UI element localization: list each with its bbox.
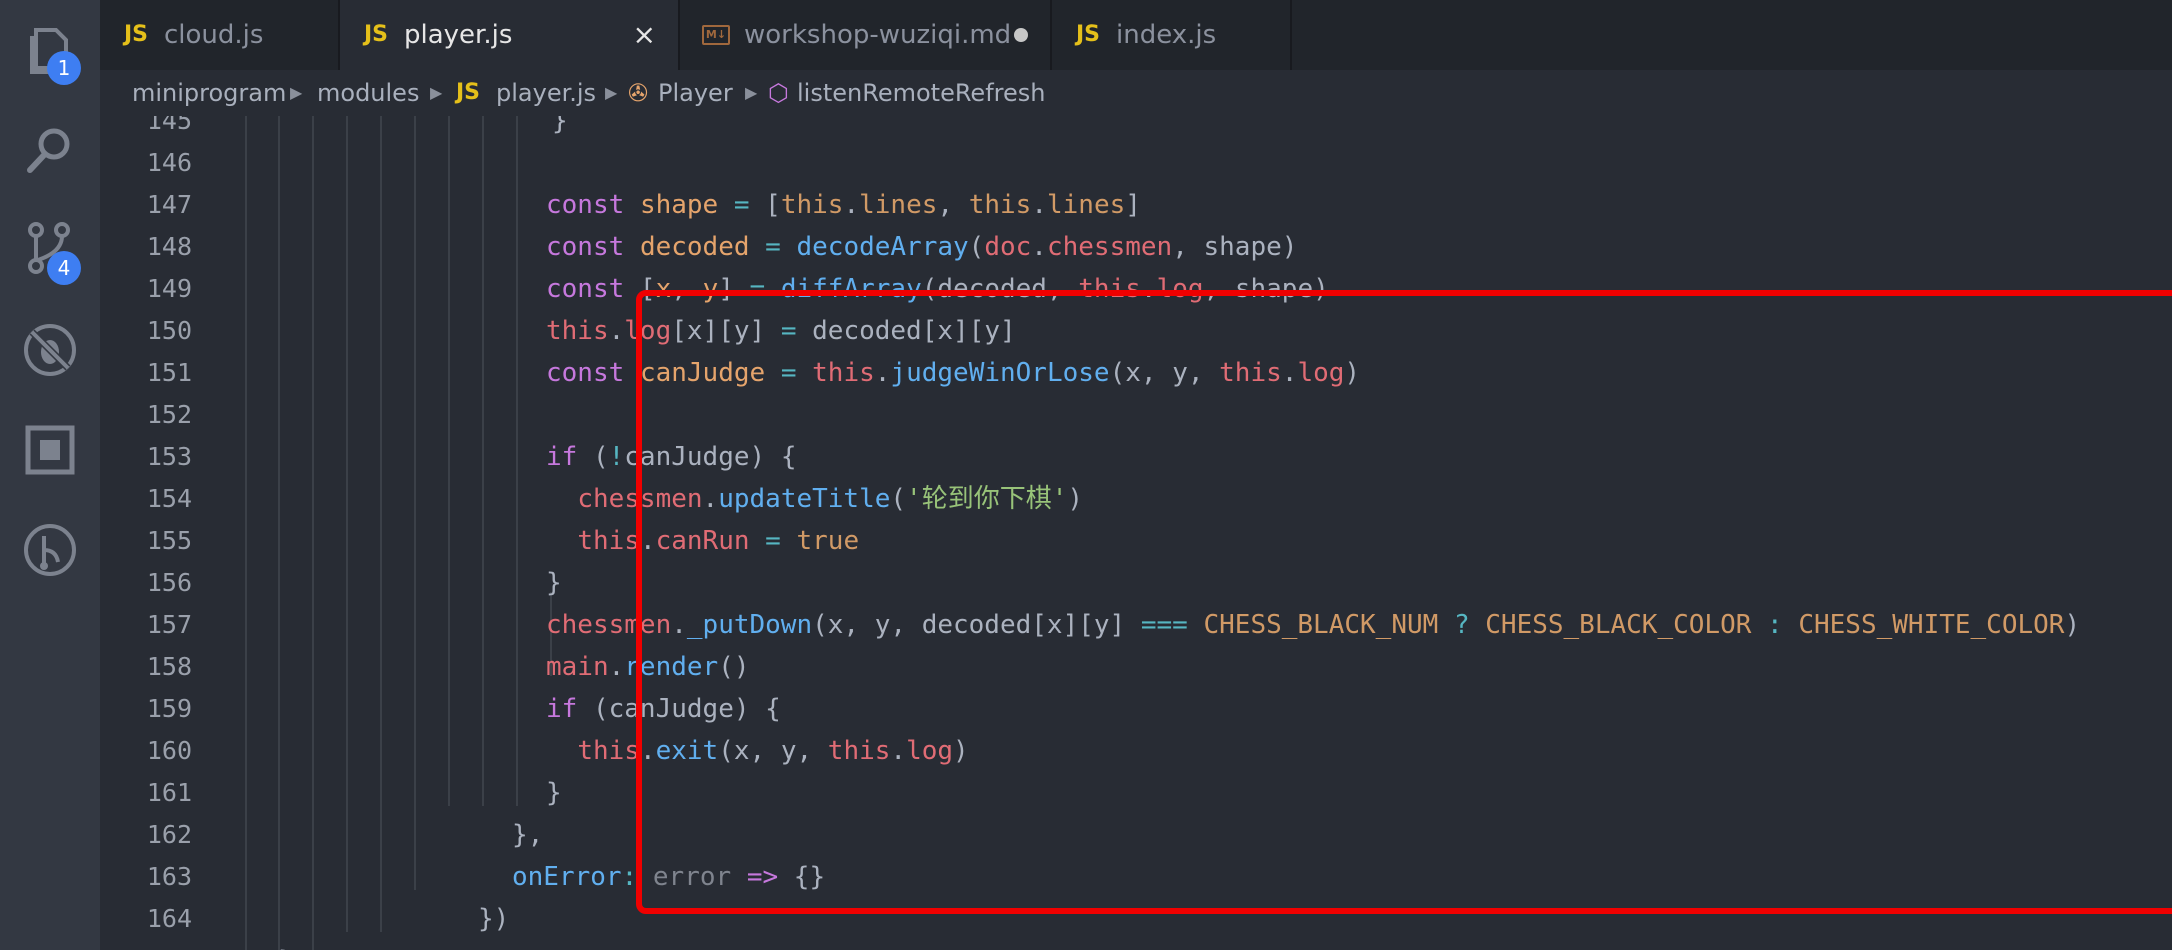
code-token: const <box>546 274 625 304</box>
code-token: } <box>546 778 562 808</box>
code-token: if <box>546 442 578 472</box>
method-icon: ⬡ <box>768 79 789 107</box>
js-file-icon: JS <box>1076 22 1101 47</box>
explorer-badge: 1 <box>47 51 81 85</box>
class-icon: ✇ <box>628 79 649 107</box>
code-token: if <box>546 694 578 724</box>
chevron-right-icon: ▶ <box>605 83 618 102</box>
code-line[interactable]: } <box>546 562 562 604</box>
code-token: onError <box>512 862 622 892</box>
activity-bar: 1 4 <box>0 0 100 950</box>
code-line[interactable]: } <box>546 772 562 814</box>
tab-workshop-md[interactable]: M↓ workshop-wuziqi.md <box>680 0 1052 70</box>
tab-player-js[interactable]: JS player.js × <box>340 0 680 70</box>
tab-label: cloud.js <box>164 20 264 50</box>
breadcrumb-folder[interactable]: modules <box>317 70 419 116</box>
code-token: , shape) <box>1172 232 1298 262</box>
chevron-right-icon: ▶ <box>430 83 443 102</box>
code-line[interactable]: }, <box>512 814 543 856</box>
code-line[interactable]: }) <box>478 898 509 940</box>
code-line[interactable]: const shape = [this.lines, this.lines] <box>546 184 1141 226</box>
code-token: . <box>1031 232 1047 262</box>
code-token: } <box>546 568 562 598</box>
js-file-icon: JS <box>456 80 481 105</box>
code-token: decoded <box>639 232 750 262</box>
code-token: lines <box>859 190 938 220</box>
remote-icon[interactable] <box>22 522 78 578</box>
code-editor[interactable]: 145 146 147 148 149 150 151 152 153 154 155 156 157 1… <box>100 116 2172 950</box>
unsaved-dot-icon[interactable] <box>1014 28 1028 42</box>
code-token: this <box>577 736 640 766</box>
close-icon[interactable]: × <box>633 0 656 70</box>
breadcrumb-folder[interactable]: miniprogram <box>132 70 286 116</box>
tab-label: player.js <box>404 20 513 50</box>
code-token: . <box>608 316 625 346</box>
tab-index-js[interactable]: JS index.js <box>1052 0 1292 70</box>
code-token: } <box>552 116 568 136</box>
code-line[interactable]: const decoded = decodeArray(doc.chessmen… <box>546 226 1297 268</box>
scm-badge: 4 <box>47 251 81 285</box>
code-token: const <box>546 190 625 220</box>
code-token: this <box>780 190 844 220</box>
debug-icon[interactable] <box>22 322 78 378</box>
code-token: shape <box>639 190 719 220</box>
code-token: } <box>278 946 294 950</box>
chevron-right-icon: ▶ <box>745 83 758 102</box>
code-token: }, <box>512 820 544 850</box>
code-token: . <box>1031 190 1047 220</box>
tab-cloud-js[interactable]: JS cloud.js <box>100 0 340 70</box>
code-token: : <box>621 862 638 892</box>
code-token: ! <box>608 442 625 472</box>
code-token: chessmen <box>1046 232 1173 262</box>
code-token: this <box>546 316 609 346</box>
code-token: = <box>765 232 781 262</box>
code-token: , <box>937 190 969 220</box>
tab-label: index.js <box>1116 20 1217 50</box>
js-file-icon: JS <box>124 22 149 47</box>
code-token: decodeArray <box>796 232 969 262</box>
code-token: . <box>608 652 625 682</box>
tab-bar: JS cloud.js JS player.js × M↓ workshop-w… <box>100 0 2172 70</box>
chevron-right-icon: ▶ <box>290 83 303 102</box>
code-token: main <box>546 652 609 682</box>
code-token: [ <box>749 190 781 220</box>
code-line[interactable]: } <box>278 940 294 950</box>
highlight-box <box>636 290 2172 914</box>
breadcrumb-class[interactable]: Player <box>658 70 733 116</box>
code-token: . <box>843 190 860 220</box>
code-token: const <box>546 232 625 262</box>
search-icon[interactable] <box>22 122 78 178</box>
js-file-icon: JS <box>364 22 389 47</box>
code-token: ( <box>968 232 985 262</box>
code-token: }) <box>478 904 510 934</box>
tab-label: workshop-wuziqi.md <box>744 20 1012 50</box>
code-token: = <box>733 190 750 220</box>
code-token: this <box>968 190 1032 220</box>
code-token: lines <box>1047 190 1126 220</box>
extensions-icon[interactable] <box>22 422 78 478</box>
markdown-file-icon: M↓ <box>702 25 730 45</box>
code-token: ( <box>577 442 609 472</box>
breadcrumb-file[interactable]: player.js <box>496 70 596 116</box>
breadcrumb-method[interactable]: listenRemoteRefresh <box>797 70 1045 116</box>
code-line[interactable]: } <box>552 116 568 142</box>
code-token: doc <box>984 232 1032 262</box>
breadcrumb: miniprogram ▶ modules ▶ JS player.js ▶ ✇… <box>100 70 2172 116</box>
code-token: this <box>577 526 640 556</box>
code-token: const <box>546 358 625 388</box>
code-token: ] <box>1125 190 1141 220</box>
